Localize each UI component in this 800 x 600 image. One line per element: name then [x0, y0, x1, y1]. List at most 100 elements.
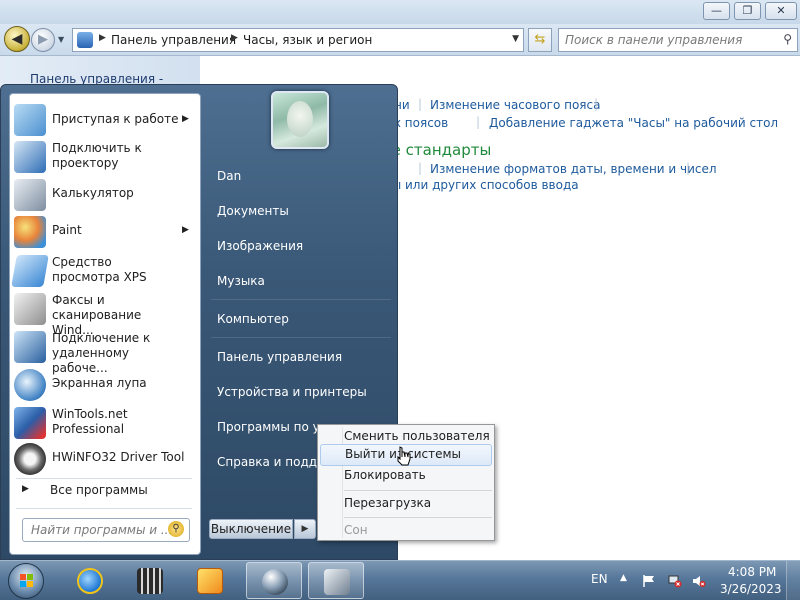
start-menu-divider: [16, 478, 192, 479]
volume-muted-icon[interactable]: [692, 574, 706, 588]
paint-icon: [14, 216, 46, 248]
link-separator: |: [476, 115, 481, 129]
windows-logo-icon: [20, 574, 33, 587]
breadcrumb-separator-icon[interactable]: ▶: [231, 33, 238, 43]
program-magnifier[interactable]: Экранная лупа: [10, 368, 200, 402]
taskbar-sphere-app[interactable]: [246, 562, 302, 599]
start-item-music[interactable]: Музыка: [217, 274, 265, 288]
program-wintools[interactable]: WinTools.net Professional: [10, 404, 200, 442]
navigation-bar: ◀ ▶ ▼ ▶ Панель управления ▶ Часы, язык и…: [0, 24, 800, 56]
forward-button[interactable]: ▶: [31, 28, 55, 52]
menu-item-sleep: Сон: [320, 520, 492, 542]
submenu-arrow-icon[interactable]: ▶: [182, 225, 189, 235]
breadcrumb-clock-language-region[interactable]: Часы, язык и регион: [243, 33, 372, 47]
address-dropdown-icon[interactable]: ▼: [512, 34, 519, 44]
program-hwinfo[interactable]: HWiNFO32 Driver Tool: [10, 442, 200, 476]
submenu-arrow-icon[interactable]: ▶: [182, 114, 189, 124]
taskbar-media-app[interactable]: [122, 562, 178, 599]
start-item-user[interactable]: Dan: [217, 169, 241, 183]
user-avatar[interactable]: [271, 91, 329, 149]
breadcrumb-separator-icon[interactable]: ▶: [99, 33, 106, 43]
program-label: Paint: [52, 223, 82, 237]
internet-explorer-icon: [77, 568, 103, 594]
refresh-button[interactable]: ⇆: [528, 28, 552, 52]
program-paint[interactable]: Paint ▶: [10, 214, 200, 250]
hwinfo-icon: [14, 443, 46, 475]
sphere-app-icon: [262, 569, 288, 595]
remote-desktop-icon: [14, 331, 46, 363]
media-player-icon: [197, 568, 223, 594]
all-programs-label: Все программы: [50, 483, 148, 497]
start-right-separator: [211, 299, 391, 300]
change-keyboards-link[interactable]: туры или других способов ввода: [370, 178, 579, 192]
add-clock-gadget-link[interactable]: Добавление гаджета "Часы" на рабочий сто…: [489, 116, 778, 130]
start-item-computer[interactable]: Компьютер: [217, 312, 289, 326]
control-panel-search-input[interactable]: Поиск в панели управления ⚲: [558, 28, 798, 52]
avatar-face: [287, 101, 313, 137]
address-bar[interactable]: ▶ Панель управления ▶ Часы, язык и регио…: [72, 28, 524, 52]
minimize-button[interactable]: —: [703, 2, 730, 20]
start-item-devices-printers[interactable]: Устройства и принтеры: [217, 385, 367, 399]
menu-item-restart[interactable]: Перезагрузка: [320, 493, 492, 515]
show-hidden-icons-arrow-icon[interactable]: ▲: [620, 573, 627, 583]
shutdown-button[interactable]: Выключение: [209, 519, 293, 539]
menu-separator: [344, 490, 492, 491]
input-language-indicator[interactable]: EN: [591, 572, 608, 586]
program-calculator[interactable]: Калькулятор: [10, 178, 200, 212]
control-panel-icon: [77, 32, 93, 48]
menu-separator: [344, 517, 492, 518]
mouse-cursor-icon: [397, 446, 411, 466]
link-separator: |: [418, 161, 423, 175]
program-remote-desktop[interactable]: Подключение к удаленному рабоче...: [10, 328, 200, 375]
program-label: Калькулятор: [52, 186, 134, 200]
start-search-input[interactable]: Найти программы и ... ⚲: [22, 518, 190, 542]
all-programs-button[interactable]: ▶ Все программы: [10, 480, 200, 502]
start-item-default-programs[interactable]: Программы по ум: [217, 420, 329, 434]
link-separator: |: [594, 97, 599, 111]
start-item-documents[interactable]: Документы: [217, 204, 289, 218]
recent-pages-dropdown[interactable]: ▼: [58, 35, 68, 45]
program-label: WinTools.net Professional: [52, 407, 128, 436]
program-getting-started[interactable]: Приступая к работе ▶: [10, 102, 200, 138]
link-separator: |: [686, 161, 691, 175]
breadcrumb-control-panel[interactable]: Панель управления: [111, 33, 236, 47]
program-xps-viewer[interactable]: Средство просмотра XPS: [10, 252, 200, 290]
taskbar-internet-explorer[interactable]: [62, 562, 118, 599]
back-button[interactable]: ◀: [4, 26, 30, 52]
search-placeholder: Поиск в панели управления: [565, 33, 743, 47]
wintools-icon: [14, 407, 46, 439]
show-desktop-button[interactable]: [786, 561, 800, 600]
search-icon[interactable]: ⚲: [168, 521, 184, 537]
action-center-flag-icon[interactable]: [642, 574, 656, 588]
taskbar-media-player[interactable]: [182, 562, 238, 599]
start-right-separator: [211, 337, 391, 338]
start-search-placeholder: Найти программы и ...: [31, 523, 173, 537]
projector-icon: [14, 141, 46, 173]
start-button[interactable]: [8, 563, 44, 599]
program-connect-projector[interactable]: Подключить к проектору: [10, 138, 200, 176]
expand-arrow-icon: ▶: [22, 484, 29, 494]
search-icon[interactable]: ⚲: [783, 32, 792, 46]
start-item-control-panel[interactable]: Панель управления: [217, 350, 342, 364]
shutdown-options-menu: Сменить пользователя Выйти из системы Бл…: [317, 424, 495, 541]
start-item-pictures[interactable]: Изображения: [217, 239, 303, 253]
link-separator: |: [418, 97, 423, 111]
change-time-zone-link[interactable]: Изменение часового пояса: [430, 98, 600, 112]
program-label: Экранная лупа: [52, 376, 147, 390]
change-formats-link[interactable]: Изменение форматов даты, времени и чисел: [430, 162, 717, 176]
hwinfo-taskbar-icon: [324, 569, 350, 595]
program-fax-scan[interactable]: Факсы и сканирование Wind...: [10, 290, 200, 337]
program-label: Средство просмотра XPS: [52, 255, 147, 284]
network-error-icon[interactable]: [668, 574, 682, 588]
clock-time[interactable]: 4:08 PM: [728, 565, 776, 579]
taskbar-hwinfo[interactable]: [308, 562, 364, 599]
shutdown-options-arrow-icon[interactable]: ▶: [294, 519, 316, 539]
menu-item-label: Перезагрузка: [344, 496, 432, 510]
maximize-button[interactable]: ❐: [734, 2, 761, 20]
close-button[interactable]: ✕: [765, 2, 797, 20]
clock-date[interactable]: 3/26/2023: [720, 582, 782, 596]
getting-started-icon: [14, 104, 46, 136]
menu-item-lock[interactable]: Блокировать: [320, 465, 492, 487]
menu-item-label: Сон: [344, 523, 368, 537]
fax-scan-icon: [14, 293, 46, 325]
